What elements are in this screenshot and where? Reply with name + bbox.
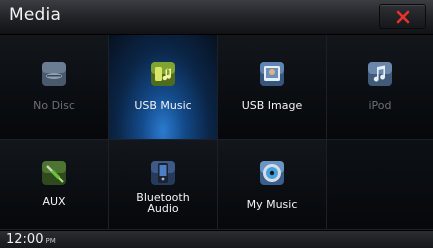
ipod-music-icon	[368, 62, 392, 86]
tile-label: No Disc	[33, 99, 75, 112]
page-title: Media	[9, 5, 62, 25]
usb-music-icon	[151, 62, 175, 86]
tile-usb-image[interactable]: USB Image	[218, 35, 327, 140]
media-source-grid: No Disc USB Music USB Image iPod AUX Blu…	[0, 35, 433, 230]
clock-time: 12:00	[6, 232, 44, 247]
usb-image-icon	[260, 62, 284, 86]
tile-usb-music[interactable]: USB Music	[109, 35, 218, 140]
header-bar: Media	[0, 0, 433, 35]
disc-icon	[42, 62, 66, 86]
tile-aux[interactable]: AUX	[0, 140, 109, 230]
bluetooth-audio-icon	[151, 161, 175, 185]
tile-label: Bluetooth Audio	[136, 191, 190, 215]
tile-label: USB Image	[241, 99, 303, 112]
tile-bluetooth-audio[interactable]: Bluetooth Audio	[109, 140, 218, 230]
media-screen: Media No Disc USB Music USB Image iPod A…	[0, 0, 433, 248]
tile-no-disc[interactable]: No Disc	[0, 35, 109, 140]
tile-my-music[interactable]: My Music	[218, 140, 327, 230]
clock-ampm: PM	[45, 237, 56, 245]
tile-label: USB Music	[134, 99, 192, 112]
tile-ipod[interactable]: iPod	[327, 35, 433, 140]
close-icon	[396, 10, 410, 24]
tile-empty	[327, 140, 433, 230]
close-button[interactable]	[379, 4, 426, 29]
clock: 12:00 PM	[6, 232, 56, 247]
tile-label: My Music	[246, 198, 298, 211]
tile-label: AUX	[42, 195, 66, 208]
status-bar: 12:00 PM	[0, 230, 433, 248]
aux-cable-icon	[42, 161, 66, 185]
my-music-icon	[260, 161, 284, 185]
tile-label: iPod	[368, 99, 392, 112]
